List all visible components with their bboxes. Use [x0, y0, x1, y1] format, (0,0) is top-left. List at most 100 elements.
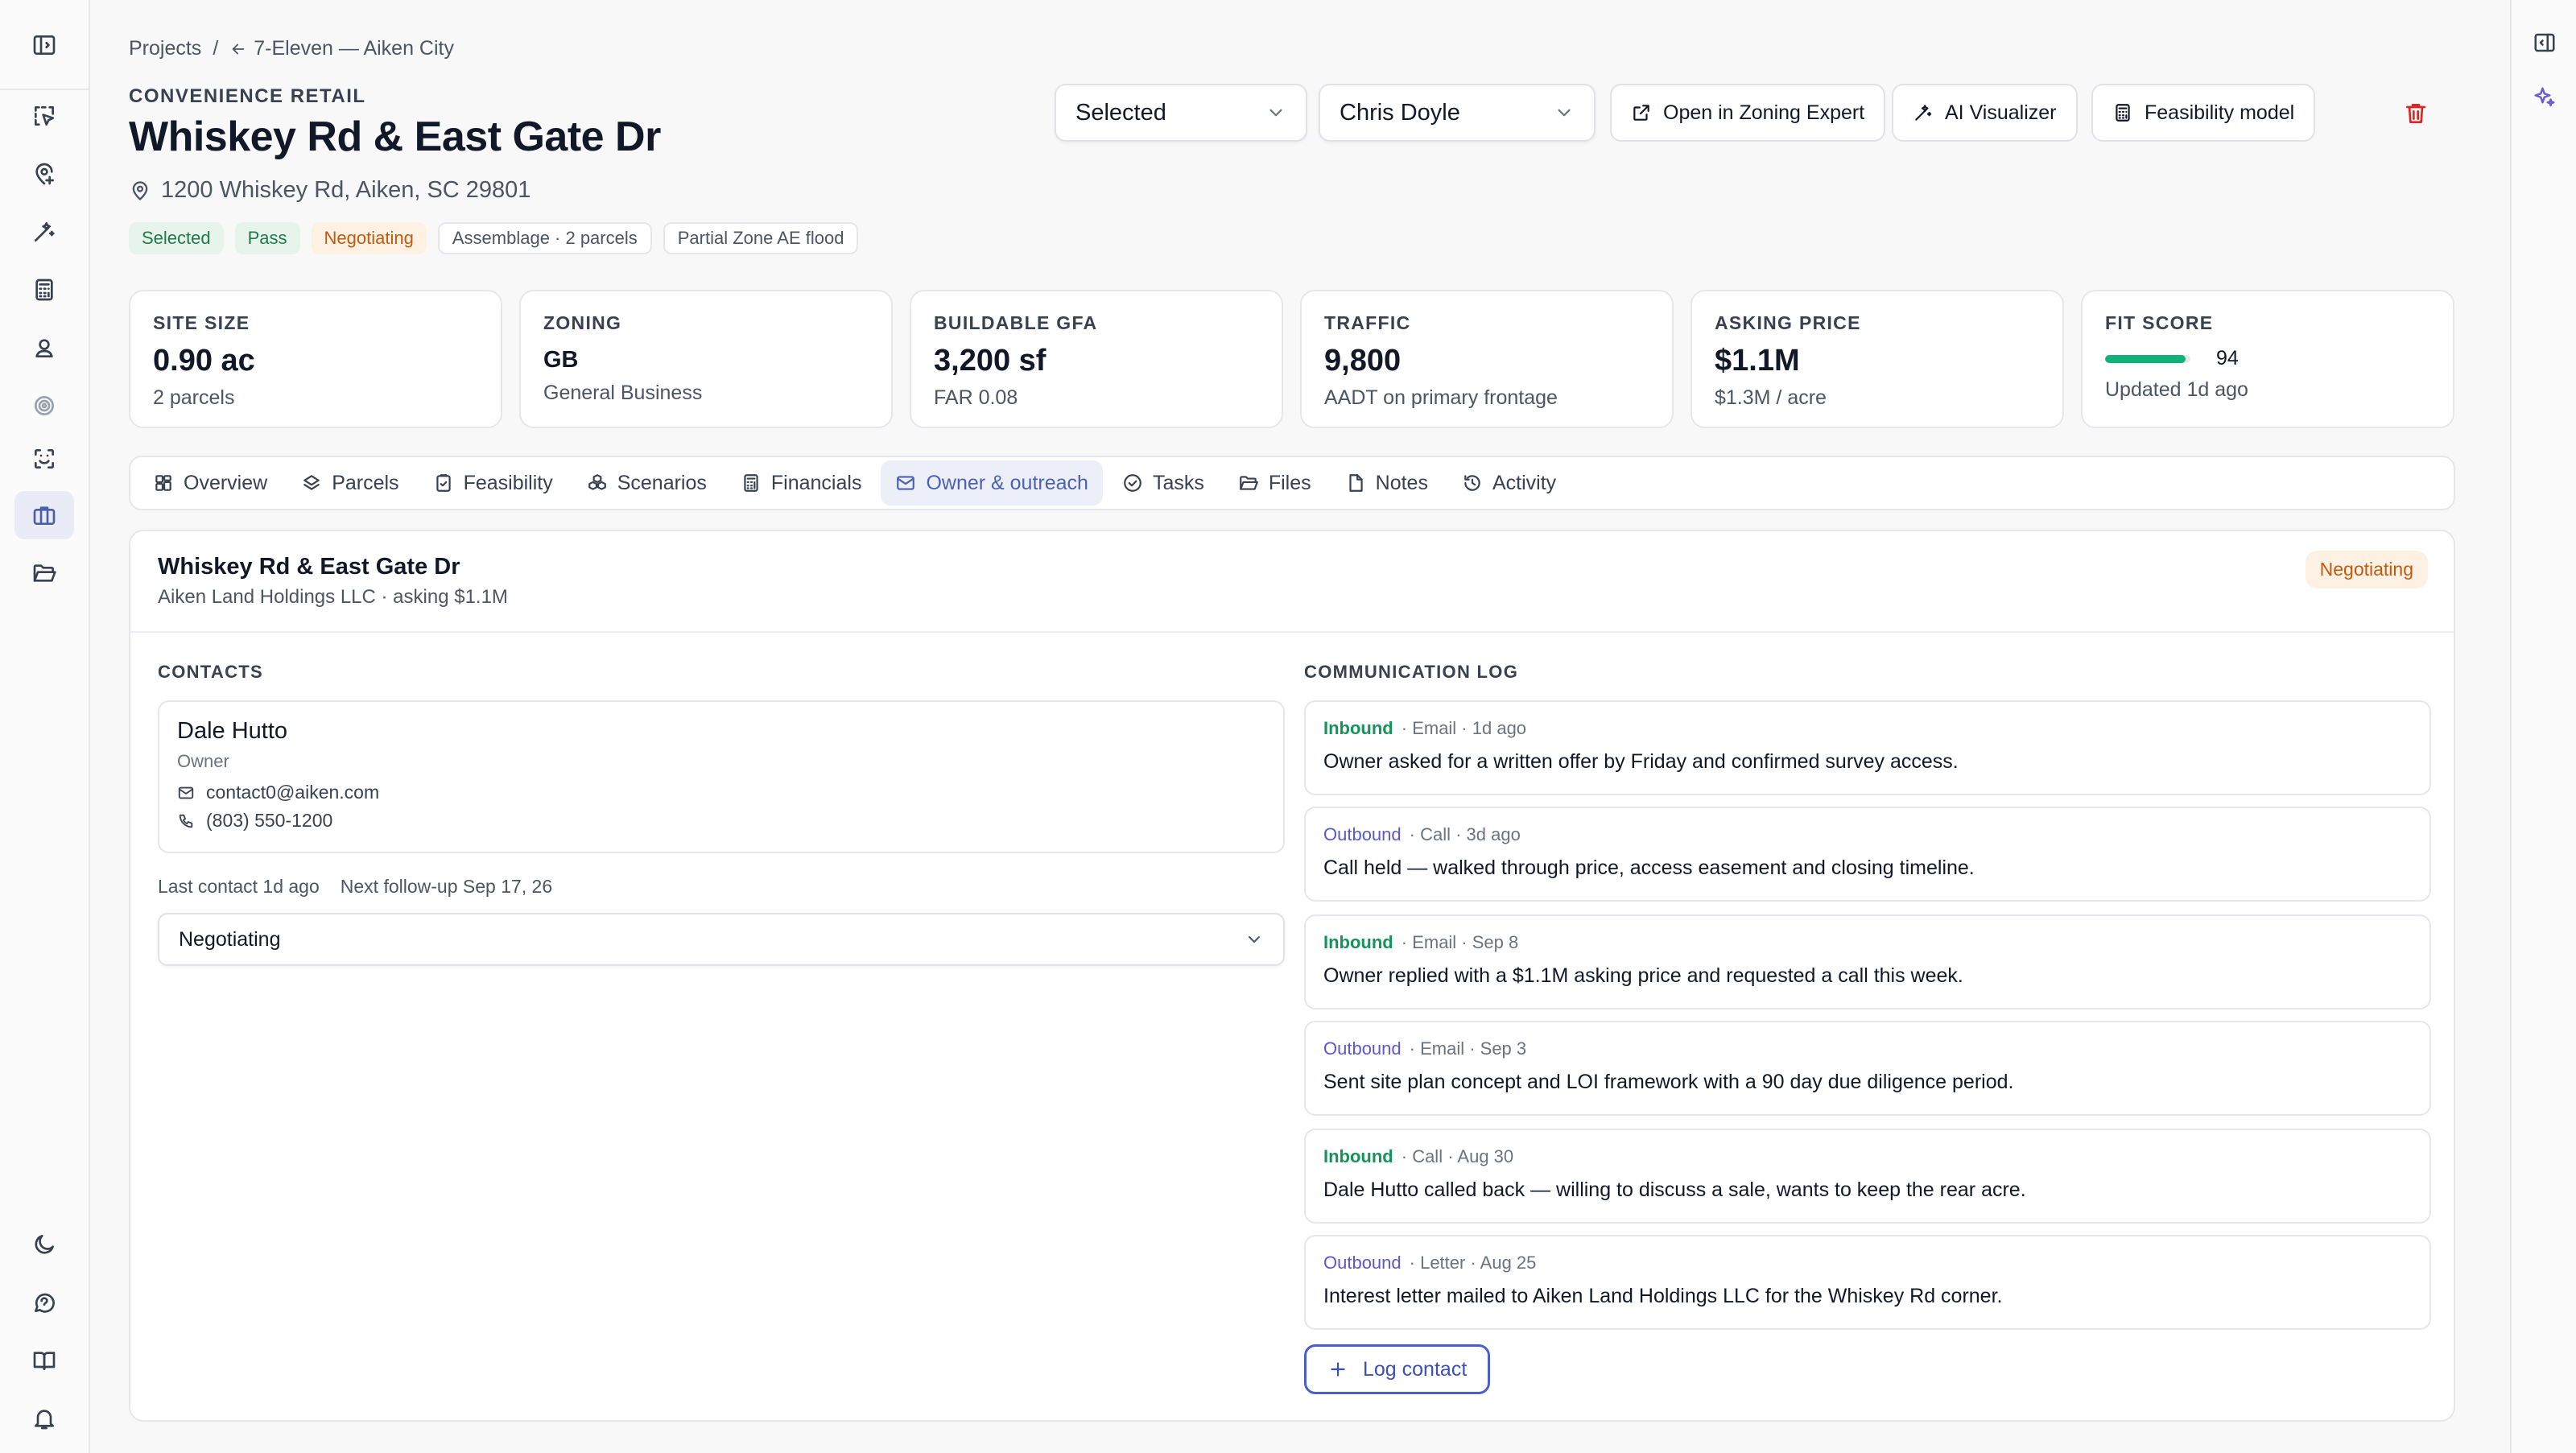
- log-entry: Outbound · Email · Sep 3 Sent site plan c…: [1304, 1021, 2431, 1116]
- tab-tasks[interactable]: Tasks: [1108, 460, 1219, 506]
- contacts-heading: CONTACTS: [158, 662, 263, 682]
- tab-financials[interactable]: Financials: [726, 460, 877, 506]
- log-contact-button[interactable]: Log contact: [1304, 1344, 1491, 1394]
- stat-asking-price: ASKING PRICE $1.1M $1.3M / acre: [1690, 290, 2064, 428]
- left-sidebar: [0, 0, 90, 1453]
- tab-files[interactable]: Files: [1224, 460, 1326, 506]
- feasibility-model-button[interactable]: Feasibility model: [2091, 84, 2316, 142]
- tab-activity[interactable]: Activity: [1447, 460, 1571, 506]
- phone-icon: [179, 814, 193, 828]
- target-icon[interactable]: [14, 382, 74, 430]
- parcels-icon: [303, 475, 320, 490]
- user-pin-icon[interactable]: [14, 324, 74, 372]
- breadcrumb-current: 7-Eleven — Aiken City: [254, 37, 454, 60]
- stat-subtext: 2 parcels: [153, 386, 235, 409]
- tab-label: Overview: [184, 471, 268, 494]
- panel-title: Whiskey Rd & East Gate Dr: [158, 554, 460, 580]
- grid-icon: [155, 475, 171, 491]
- sidebar-toggle-icon[interactable]: [14, 21, 74, 69]
- magic-wand-icon[interactable]: [14, 208, 74, 256]
- stat-subtext: AADT on primary frontage: [1324, 386, 1558, 409]
- status-select-value: Selected: [1075, 99, 1166, 126]
- external-link-icon: [1633, 105, 1649, 121]
- stat-label: ZONING: [543, 312, 622, 333]
- log-meta: · Email · 1d ago: [1401, 718, 1527, 738]
- tab-label: Scenarios: [617, 471, 707, 494]
- right-sidebar: [2510, 0, 2576, 1453]
- magic-wand-icon: [1915, 105, 1932, 121]
- log-meta: · Email · Sep 3: [1409, 1038, 1527, 1059]
- log-direction: Inbound: [1323, 1146, 1393, 1166]
- breadcrumb-projects-link[interactable]: Projects: [129, 37, 201, 60]
- tab-label: Files: [1268, 471, 1311, 494]
- tag-selected: Selected: [129, 222, 224, 254]
- stat-value: 0.90 ac: [153, 344, 255, 378]
- tab-scenarios[interactable]: Scenarios: [572, 460, 721, 506]
- site-category: CONVENIENCE RETAIL: [129, 85, 366, 107]
- stat-label: BUILDABLE GFA: [934, 312, 1098, 333]
- contact-email: contact0@aiken.com: [206, 782, 380, 803]
- tab-label: Tasks: [1152, 471, 1204, 494]
- site-address: 1200 Whiskey Rd, Aiken, SC 29801: [129, 177, 530, 204]
- log-meta: · Letter · Aug 25: [1409, 1253, 1537, 1273]
- log-meta: · Call · 3d ago: [1409, 824, 1521, 844]
- tab-label: Owner & outreach: [926, 471, 1088, 494]
- log-contact-label: Log contact: [1363, 1357, 1468, 1381]
- moon-icon[interactable]: [14, 1220, 74, 1269]
- ai-visualizer-button[interactable]: AI Visualizer: [1892, 84, 2078, 142]
- tab-label: Feasibility: [463, 471, 553, 494]
- bell-icon[interactable]: [14, 1394, 74, 1443]
- tab-notes[interactable]: Notes: [1331, 460, 1443, 506]
- breadcrumb-back-link[interactable]: 7-Eleven — Aiken City: [229, 37, 454, 60]
- book-icon[interactable]: [14, 1336, 74, 1385]
- stat-label: ASKING PRICE: [1715, 312, 1861, 333]
- stat-label: SITE SIZE: [153, 312, 250, 333]
- open-zoning-expert-button[interactable]: Open in Zoning Expert: [1610, 84, 1886, 142]
- contact-email-row[interactable]: contact0@aiken.com: [177, 782, 1265, 803]
- plus-icon: [1331, 1362, 1345, 1377]
- contact-card: Dale Hutto Owner contact0@aiken.com (803…: [158, 700, 1285, 853]
- tab-parcels[interactable]: Parcels: [287, 460, 413, 506]
- stat-label: TRAFFIC: [1324, 312, 1411, 333]
- tab-label: Activity: [1492, 471, 1557, 494]
- panel-toggle-icon[interactable]: [2526, 24, 2563, 61]
- history-icon: [1464, 475, 1480, 491]
- calculator-icon[interactable]: [14, 266, 74, 314]
- tag-assemblage: Assemblage · 2 parcels: [437, 222, 652, 254]
- stat-buildable-gfa: BUILDABLE GFA 3,200 sf FAR 0.08: [910, 290, 1283, 428]
- stat-subtext: General Business: [543, 382, 703, 404]
- briefcase-icon[interactable]: [14, 491, 74, 539]
- outreach-stage-value: Negotiating: [179, 927, 281, 951]
- stat-subtext: $1.3M / acre: [1715, 386, 1827, 409]
- scan-icon[interactable]: [14, 435, 74, 483]
- log-direction: Outbound: [1323, 1038, 1402, 1059]
- stat-value: 3,200 sf: [934, 344, 1046, 378]
- status-select[interactable]: Selected: [1055, 84, 1307, 142]
- status-badge: Negotiating: [2305, 551, 2428, 588]
- outreach-stage-select[interactable]: Negotiating: [158, 913, 1285, 966]
- tab-overview[interactable]: Overview: [138, 460, 282, 506]
- calculator-icon: [744, 474, 758, 492]
- contact-phone: (803) 550-1200: [206, 810, 333, 831]
- contact-meta: Last contact 1d ago Next follow-up Sep 1…: [158, 876, 552, 898]
- log-direction: Outbound: [1323, 1253, 1402, 1273]
- folder-open-icon[interactable]: [14, 549, 74, 597]
- tab-feasibility[interactable]: Feasibility: [419, 460, 568, 506]
- contact-name: Dale Hutto: [177, 718, 288, 744]
- map-pin-icon[interactable]: [14, 150, 74, 198]
- owner-select[interactable]: Chris Doyle: [1319, 84, 1596, 142]
- sparkles-icon[interactable]: [2526, 79, 2563, 116]
- tag-negotiating: Negotiating: [311, 222, 427, 254]
- tab-owner-outreach[interactable]: Owner & outreach: [881, 460, 1103, 506]
- tab-bar: Overview Parcels Feasibility Scenarios F…: [129, 456, 2455, 510]
- panel-divider: [130, 631, 2454, 633]
- mail-icon: [897, 476, 915, 490]
- chat-icon[interactable]: [14, 1278, 74, 1327]
- log-direction: Inbound: [1323, 718, 1393, 738]
- trash-icon: [2406, 104, 2425, 123]
- delete-button[interactable]: [2397, 95, 2434, 132]
- stat-zoning: ZONING GB General Business: [519, 290, 893, 428]
- tab-label: Parcels: [332, 471, 399, 494]
- contact-phone-row[interactable]: (803) 550-1200: [177, 810, 1265, 832]
- select-area-icon[interactable]: [14, 92, 74, 140]
